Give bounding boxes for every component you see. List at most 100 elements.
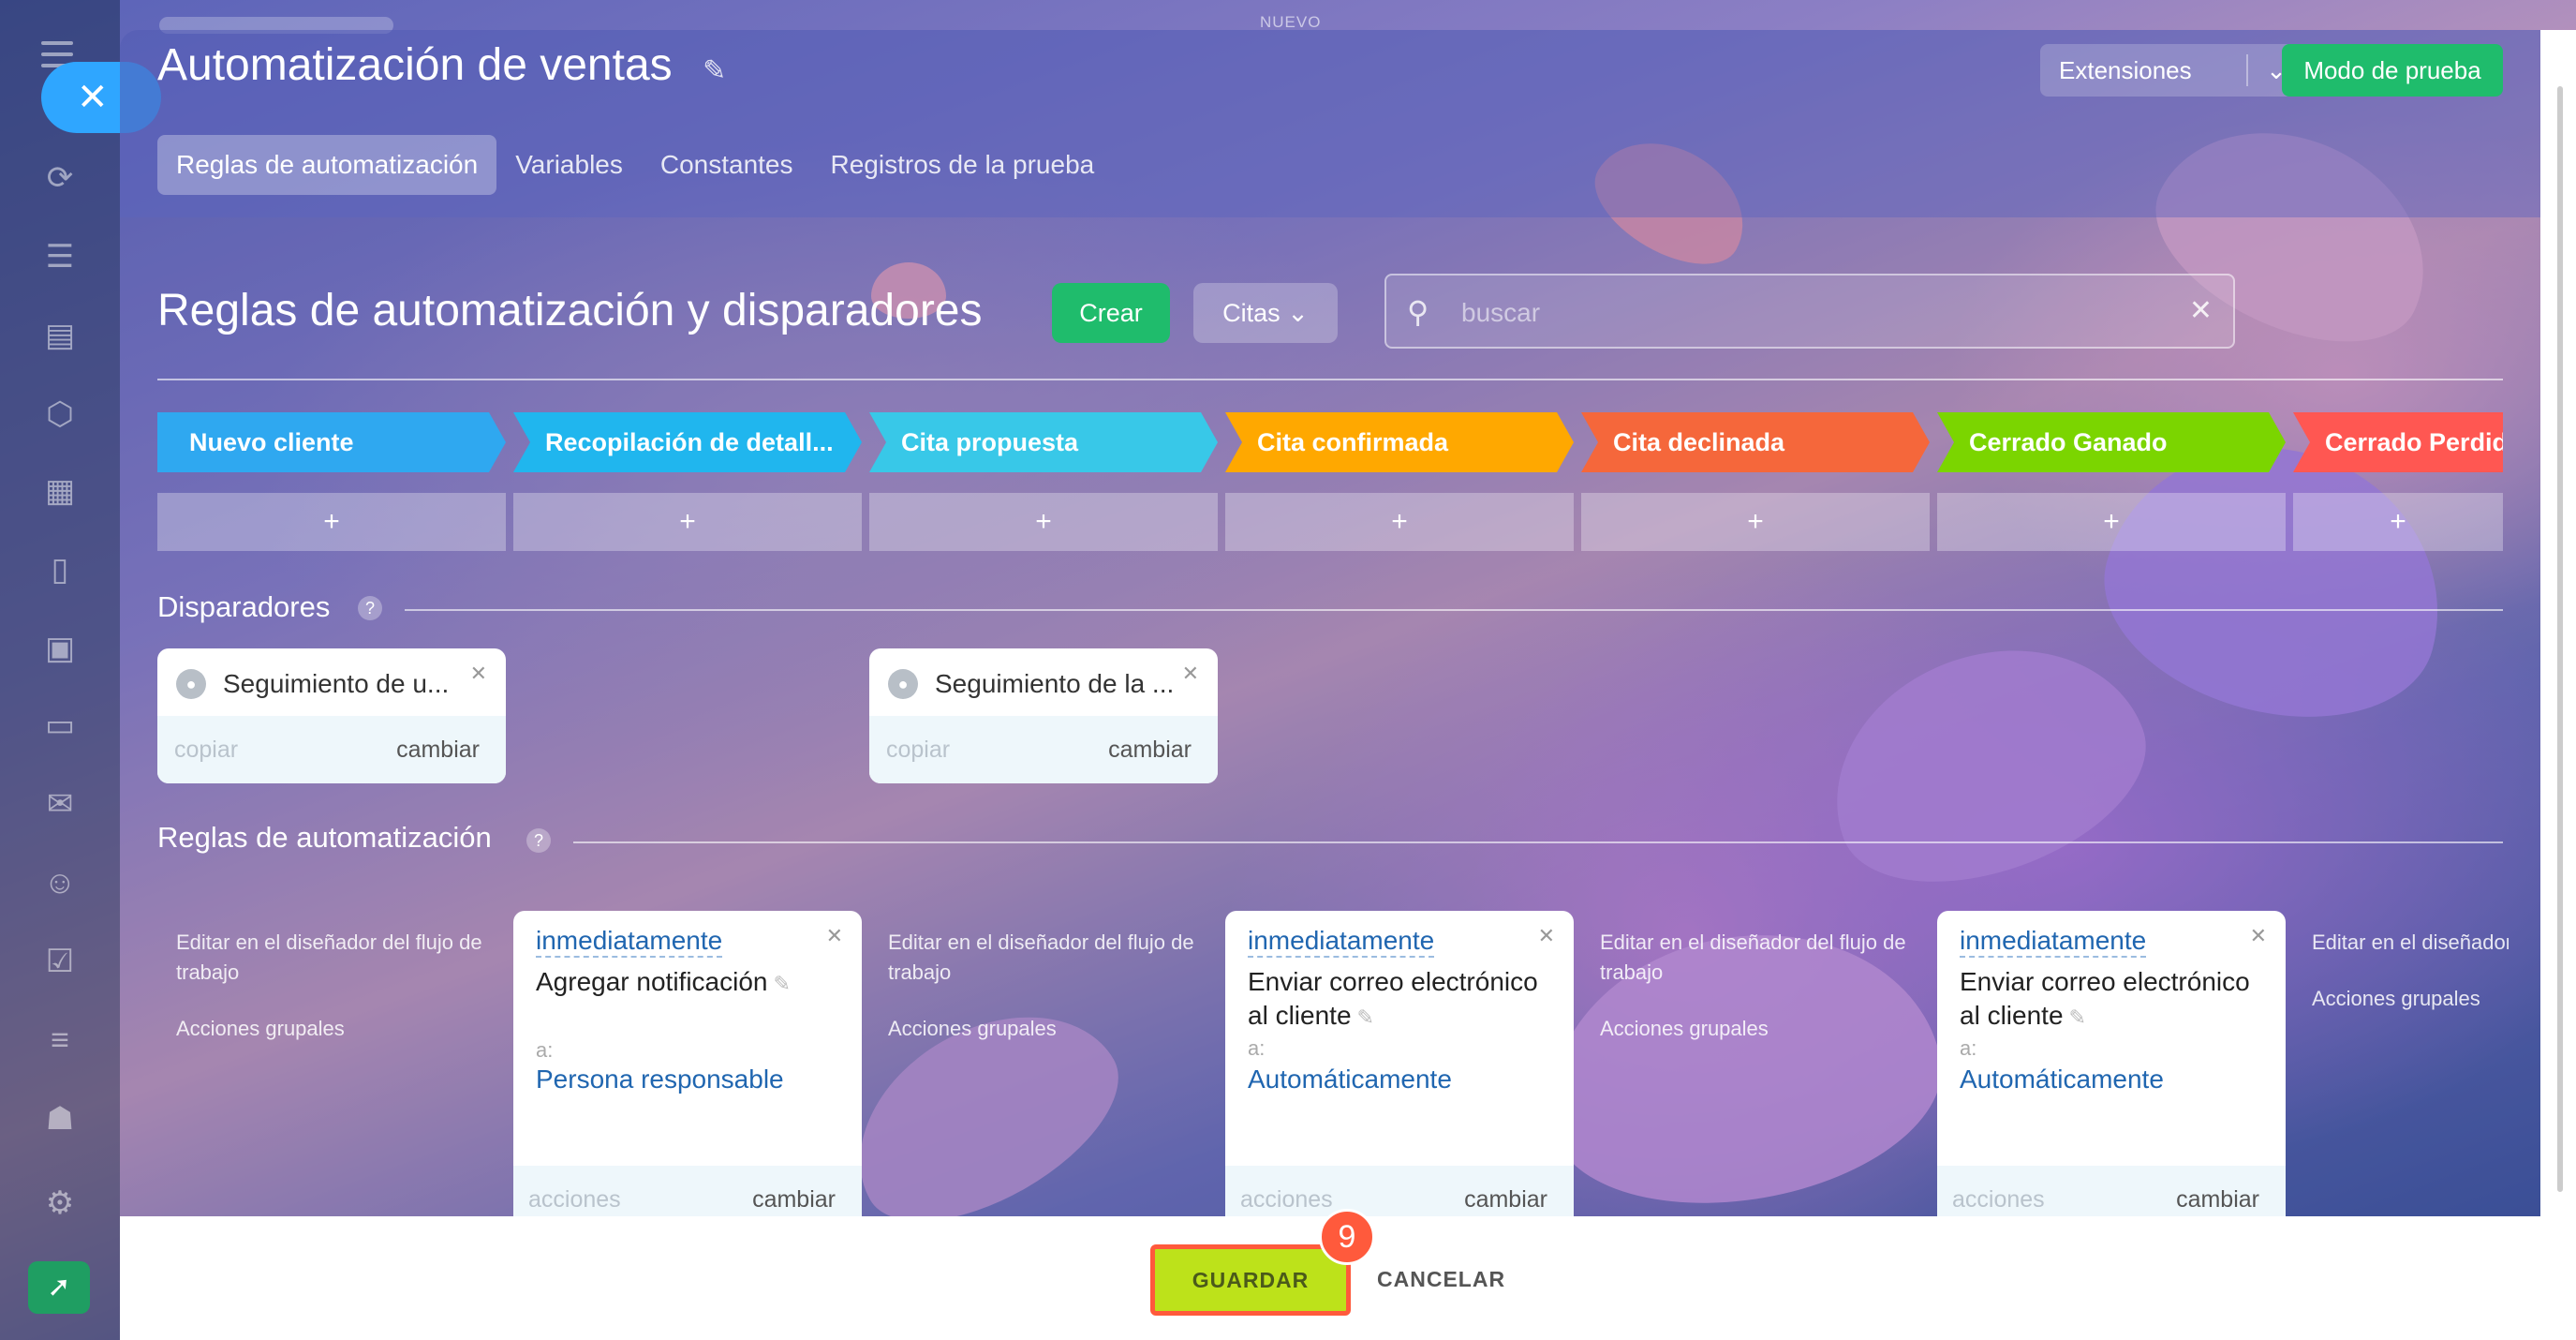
designer-link[interactable]: Editar en el diseñador del flujo de trab… — [2312, 931, 2509, 954]
automation-panel: Automatización de ventas ✎ Extensiones ⌄… — [120, 30, 2540, 1340]
rule-action: Enviar correo electrónico al cliente — [1960, 967, 2250, 1030]
close-icon[interactable]: ✕ — [1182, 662, 1199, 686]
stage-confirmed: Cita confirmada — [1225, 412, 1574, 472]
close-icon[interactable]: ✕ — [2250, 924, 2267, 948]
actions-link[interactable]: acciones — [528, 1186, 621, 1213]
trigger-card[interactable]: ● Seguimiento de la ... ✕ copiar cambiar — [869, 648, 1218, 783]
stage-label: Cita confirmada — [1257, 428, 1449, 456]
close-icon[interactable]: ✕ — [826, 924, 843, 948]
stage-label: Cita propuesta — [901, 428, 1079, 456]
trigger-card[interactable]: ● Seguimiento de u... ✕ copiar cambiar — [157, 648, 506, 783]
designer-links: Editar en el diseñador del flujo de trab… — [2312, 928, 2509, 1014]
designer-link[interactable]: Editar en el diseñador del flujo de trab… — [176, 931, 482, 984]
tasks-icon[interactable]: ⬡ — [37, 392, 82, 437]
edit-icon[interactable]: ✎ — [1357, 1005, 1374, 1029]
chevron-down-icon: ⌄ — [1287, 299, 1309, 327]
group-actions-link[interactable]: Acciones grupales — [1600, 1014, 1918, 1044]
change-link[interactable]: cambiar — [2176, 1186, 2259, 1213]
change-link[interactable]: cambiar — [1464, 1186, 1547, 1213]
group-actions-link[interactable]: Acciones grupales — [888, 1014, 1207, 1044]
workgroups-icon[interactable]: ▣ — [37, 626, 82, 671]
add-rule-button[interactable]: + — [2293, 493, 2503, 551]
stage-lost: Cerrado Perdido — [2293, 412, 2503, 472]
calendar-icon[interactable]: ▦ — [37, 469, 82, 514]
pin-icon[interactable]: ✎ — [703, 54, 726, 87]
change-link[interactable]: cambiar — [396, 737, 480, 764]
rule-card[interactable]: inmediatamente ✕ Agregar notificación ✎ a… — [513, 911, 862, 1235]
group-actions-link[interactable]: Acciones grupales — [176, 1014, 495, 1044]
robot-icon[interactable]: ☗ — [37, 1096, 82, 1141]
divider — [405, 609, 2503, 611]
triggers-title: Disparadores — [157, 590, 331, 623]
category-dropdown[interactable]: Citas ⌄ — [1193, 283, 1338, 343]
designer-link[interactable]: Editar en el diseñador del flujo de trab… — [888, 931, 1194, 984]
help-icon[interactable]: ? — [358, 596, 382, 620]
lock-icon: ● — [888, 669, 918, 699]
crm-icon[interactable]: ⟳ — [37, 156, 82, 201]
stage-label: Cita declinada — [1613, 428, 1785, 456]
tab-constants[interactable]: Constantes — [642, 135, 812, 195]
edit-icon[interactable]: ✎ — [773, 972, 790, 995]
stage-details: Recopilación de detall... — [513, 412, 862, 472]
step-badge: 9 — [1319, 1209, 1375, 1265]
search-input[interactable] — [1461, 292, 2173, 334]
copy-link[interactable]: copiar — [174, 737, 238, 764]
tab-variables[interactable]: Variables — [496, 135, 642, 195]
create-button[interactable]: Crear — [1052, 283, 1170, 343]
feed-icon[interactable]: ▤ — [37, 313, 82, 358]
rocket-icon[interactable]: ➚ — [28, 1261, 90, 1314]
add-rule-button[interactable]: + — [1225, 493, 1574, 551]
chat-icon[interactable]: ☰ — [37, 234, 82, 279]
contacts-icon[interactable]: ☺ — [37, 860, 82, 905]
edit-icon[interactable]: ✎ — [2069, 1005, 2086, 1029]
tab-automation-rules[interactable]: Reglas de automatización — [157, 135, 497, 195]
rule-action: Agregar notificación — [536, 967, 768, 996]
tabs: Reglas de automatización Variables Const… — [157, 135, 1113, 195]
to-label: a: — [1960, 1036, 1977, 1060]
rule-target[interactable]: Automáticamente — [1248, 1065, 1452, 1094]
add-rule-button[interactable]: + — [869, 493, 1218, 551]
delay-link[interactable]: inmediatamente — [1960, 926, 2147, 958]
actions-link[interactable]: acciones — [1240, 1186, 1333, 1213]
change-link[interactable]: cambiar — [752, 1186, 836, 1213]
rule-target[interactable]: Persona responsable — [536, 1065, 784, 1094]
rules-title: Reglas de automatización — [157, 821, 492, 854]
add-rule-button[interactable]: + — [513, 493, 862, 551]
mail-icon[interactable]: ✉ — [37, 782, 82, 826]
rule-target[interactable]: Automáticamente — [1960, 1065, 2164, 1094]
filter-icon[interactable]: ≡ — [37, 1018, 82, 1063]
scrollbar[interactable] — [2540, 30, 2576, 1340]
close-icon[interactable]: ✕ — [470, 662, 487, 686]
stage-proposed: Cita propuesta — [869, 412, 1218, 472]
clear-search-icon[interactable]: ✕ — [2189, 294, 2213, 327]
test-mode-button[interactable]: Modo de prueba — [2282, 44, 2503, 97]
rule-card[interactable]: inmediatamente ✕ Enviar correo electróni… — [1937, 911, 2286, 1235]
close-icon[interactable]: ✕ — [1538, 924, 1555, 948]
cancel-button[interactable]: CANCELAR — [1377, 1267, 1505, 1292]
rule-card[interactable]: inmediatamente ✕ Enviar correo electróni… — [1225, 911, 1574, 1235]
help-icon[interactable]: ? — [526, 828, 551, 853]
copy-link[interactable]: copiar — [886, 737, 950, 764]
group-actions-link[interactable]: Acciones grupales — [2312, 984, 2509, 1014]
change-link[interactable]: cambiar — [1108, 737, 1192, 764]
add-rule-button[interactable]: + — [157, 493, 506, 551]
actions-link[interactable]: acciones — [1952, 1186, 2045, 1213]
checklist-icon[interactable]: ☑ — [37, 939, 82, 984]
tab-test-logs[interactable]: Registros de la prueba — [812, 135, 1114, 195]
footer-bar: GUARDAR 9 CANCELAR — [120, 1209, 2540, 1340]
designer-link[interactable]: Editar en el diseñador del flujo de trab… — [1600, 931, 1906, 984]
extensions-label: Extensiones — [2059, 55, 2192, 84]
save-button[interactable]: GUARDAR — [1150, 1244, 1351, 1316]
gear-icon[interactable]: ⚙ — [37, 1181, 82, 1226]
extensions-button[interactable]: Extensiones ⌄ — [2040, 44, 2304, 97]
stage-won: Cerrado Ganado — [1937, 412, 2286, 472]
delay-link[interactable]: inmediatamente — [536, 926, 723, 958]
sales-icon[interactable]: ▭ — [37, 703, 82, 748]
stage-label: Cerrado Perdido — [2325, 428, 2503, 456]
documents-icon[interactable]: ▯ — [37, 547, 82, 592]
scrollbar-thumb[interactable] — [2557, 86, 2563, 1192]
delay-link[interactable]: inmediatamente — [1248, 926, 1435, 958]
add-rule-button[interactable]: + — [1937, 493, 2286, 551]
close-icon: ✕ — [77, 77, 109, 118]
add-rule-button[interactable]: + — [1581, 493, 1930, 551]
